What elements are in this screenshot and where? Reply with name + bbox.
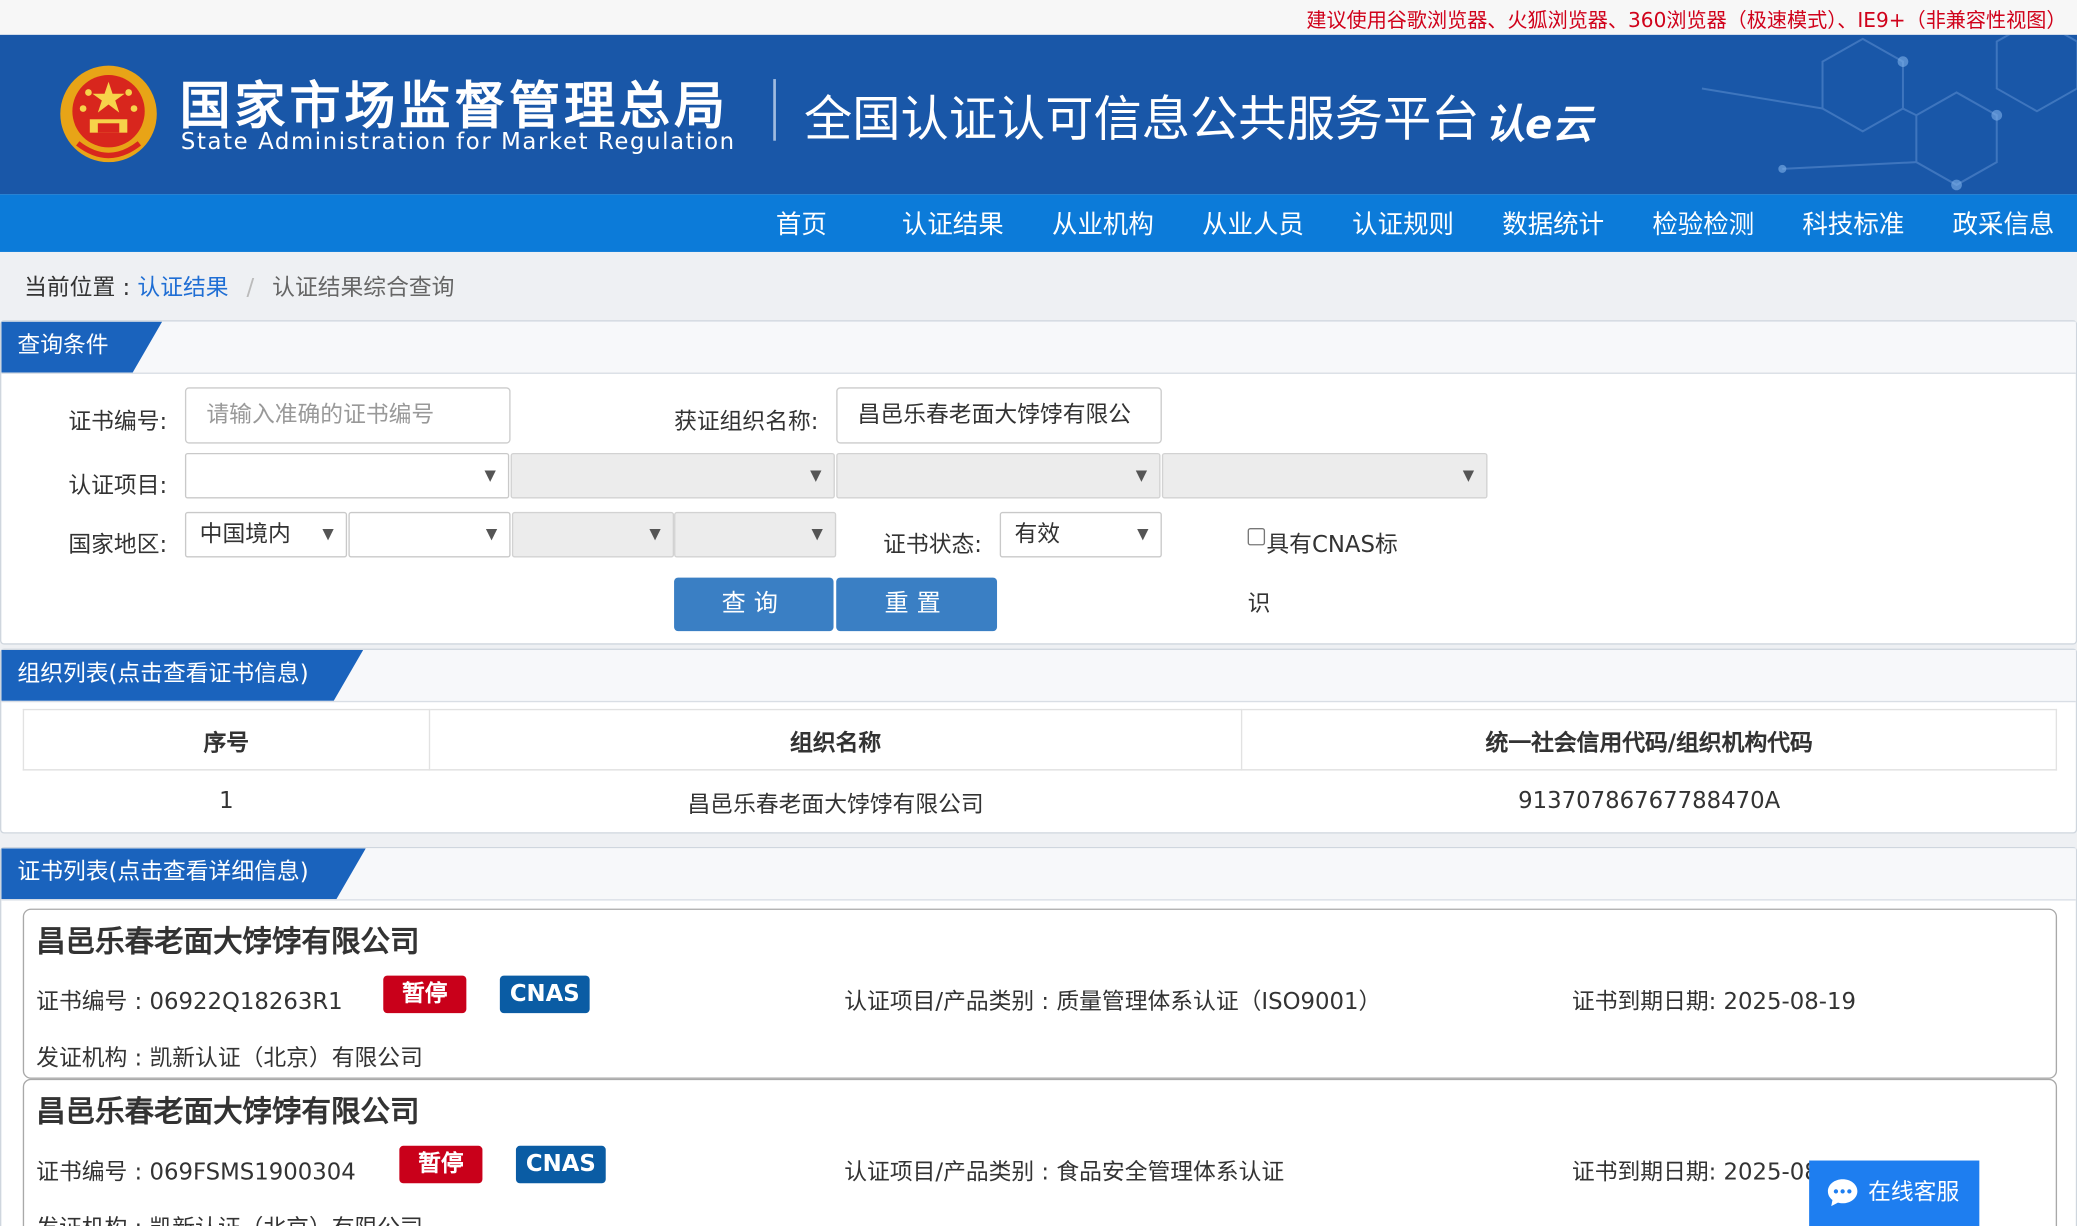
col-credit-code: 统一社会信用代码/组织机构代码: [1241, 708, 2058, 771]
cert-list-panel: 证书列表(点击查看详细信息) 昌邑乐春老面大饽饽有限公司 证书编号 : 0692…: [0, 846, 2077, 1226]
header-divider: [773, 79, 776, 141]
project-label: 认证项目:: [68, 473, 168, 500]
nav-statistics[interactable]: 数据统计: [1502, 205, 1604, 241]
project-select-1[interactable]: ▼: [184, 452, 510, 499]
query-tab: 查询条件: [1, 322, 162, 373]
status-value: 有效: [1014, 521, 1061, 549]
query-panel-header: 查询条件: [1, 321, 2076, 374]
org-list-header: 组织列表(点击查看证书信息): [1, 649, 2076, 703]
project-select-2[interactable]: ▼: [510, 452, 835, 499]
org-name-label: 获证组织名称:: [674, 408, 819, 436]
cnas-checkbox[interactable]: [1247, 527, 1266, 546]
cert-expiry: 证书到期日期: 2025-08-19: [1571, 988, 1856, 1016]
nav-personnel[interactable]: 从业人员: [1202, 205, 1304, 241]
reset-button[interactable]: 重置: [836, 577, 998, 632]
cnas-badge: CNAS: [515, 1145, 606, 1184]
browser-recommendation: 建议使用谷歌浏览器、火狐浏览器、360浏览器（极速模式）、IE9+（非兼容性视图…: [1306, 8, 2067, 33]
breadcrumb-link[interactable]: 认证结果: [137, 275, 228, 302]
chevron-down-icon: ▼: [1462, 466, 1475, 484]
nav-procurement[interactable]: 政采信息: [1953, 205, 2055, 241]
region-select-3[interactable]: ▼: [511, 511, 675, 558]
agency-name-cn: 国家市场监督管理总局: [179, 76, 730, 136]
chevron-down-icon: ▼: [649, 525, 661, 543]
cert-project: 认证项目/产品类别 : 质量管理体系认证（ISO9001）: [844, 988, 1382, 1016]
chevron-down-icon: ▼: [485, 525, 498, 543]
chevron-down-icon: ▼: [811, 525, 823, 543]
cert-number: 证书编号 : 069FSMS1900304: [36, 1159, 356, 1186]
cert-number: 证书编号 : 06922Q18263R1: [36, 988, 343, 1016]
cnas-checkbox-label-wrap: 识: [1247, 590, 1271, 618]
cert-list-header: 证书列表(点击查看详细信息): [1, 848, 2076, 901]
page: 建议使用谷歌浏览器、火狐浏览器、360浏览器（极速模式）、IE9+（非兼容性视图…: [0, 0, 2077, 1226]
nav-cert-rules[interactable]: 认证规则: [1352, 205, 1454, 241]
region-select-4[interactable]: ▼: [674, 511, 837, 558]
status-select[interactable]: 有效 ▼: [999, 511, 1162, 558]
search-button[interactable]: 查询: [674, 577, 834, 632]
org-table: 序号 组织名称 统一社会信用代码/组织机构代码 1 昌邑乐春老面大饽饽有限公司 …: [22, 708, 2058, 832]
online-service-label: 在线客服: [1868, 1179, 1960, 1207]
agency-name-en: State Administration for Market Regulati…: [180, 128, 736, 156]
cert-card[interactable]: 昌邑乐春老面大饽饽有限公司 证书编号 : 06922Q18263R1 暂停 CN…: [22, 908, 2058, 1079]
region-select-1[interactable]: 中国境内 ▼: [184, 511, 348, 558]
cert-no-label: 证书编号:: [68, 408, 168, 436]
status-label: 证书状态:: [883, 532, 982, 559]
cert-card[interactable]: 昌邑乐春老面大饽饽有限公司 证书编号 : 069FSMS1900304 暂停 C…: [22, 1078, 2058, 1226]
row-index: 1: [219, 787, 234, 815]
cnas-badge: CNAS: [499, 975, 590, 1014]
main-nav: 首页 认证结果 从业机构 从业人员 认证规则 数据统计 检验检测 科技标准 政采…: [0, 194, 2077, 252]
chevron-down-icon: ▼: [810, 466, 822, 484]
chevron-down-icon: ▼: [1135, 466, 1148, 484]
chevron-down-icon: ▼: [1137, 525, 1149, 543]
region-select-2[interactable]: ▼: [348, 511, 511, 558]
query-panel: 查询条件 证书编号: 请输入准确的证书编号 获证组织名称: 昌邑乐春老面大饽饽有…: [0, 320, 2077, 645]
org-name-input[interactable]: 昌邑乐春老面大饽饽有限公: [836, 387, 1162, 444]
national-emblem-icon: [60, 65, 157, 163]
region-label: 国家地区:: [68, 532, 168, 559]
nav-inspection[interactable]: 检验检测: [1652, 205, 1754, 241]
cert-project: 认证项目/产品类别 : 食品安全管理体系认证: [844, 1159, 1285, 1186]
cert-no-input[interactable]: 请输入准确的证书编号: [184, 387, 511, 444]
online-service-button[interactable]: 在线客服: [1809, 1160, 1980, 1226]
top-notice-bar: 建议使用谷歌浏览器、火狐浏览器、360浏览器（极速模式）、IE9+（非兼容性视图…: [0, 0, 2077, 35]
org-table-header: 序号 组织名称 统一社会信用代码/组织机构代码: [22, 708, 2058, 771]
cert-issuer: 发证机构 : 凯新认证（北京）有限公司: [36, 1045, 423, 1073]
project-select-3[interactable]: ▼: [836, 452, 1161, 499]
col-org-name: 组织名称: [428, 708, 1243, 771]
col-index: 序号: [22, 708, 430, 771]
chevron-down-icon: ▼: [322, 525, 334, 543]
status-badge: 暂停: [399, 1145, 483, 1184]
cert-org-name: 昌邑乐春老面大饽饽有限公司: [36, 926, 420, 960]
status-badge: 暂停: [383, 975, 467, 1014]
platform-title: 全国认证认可信息公共服务平台: [804, 92, 1480, 148]
cnas-checkbox-label: 具有CNAS标: [1266, 532, 1398, 559]
nav-home[interactable]: 首页: [776, 205, 827, 241]
row-org-name: 昌邑乐春老面大饽饽有限公司: [687, 791, 984, 819]
cert-org-name: 昌邑乐春老面大饽饽有限公司: [36, 1096, 420, 1130]
breadcrumb: 当前位置 : 认证结果 / 认证结果综合查询: [24, 268, 454, 302]
cert-list-tab: 证书列表(点击查看详细信息): [1, 848, 366, 899]
chevron-down-icon: ▼: [484, 466, 496, 484]
org-list-tab: 组织列表(点击查看证书信息): [1, 650, 363, 701]
nav-institutions[interactable]: 从业机构: [1052, 205, 1154, 241]
chat-bubble-icon: [1827, 1179, 1858, 1207]
nav-cert-results[interactable]: 认证结果: [902, 205, 1004, 241]
row-credit-code: 91370786767788470A: [1518, 787, 1781, 815]
table-row[interactable]: 1 昌邑乐春老面大饽饽有限公司 91370786767788470A: [23, 770, 2056, 832]
cert-issuer: 发证机构 : 凯新认证（北京）有限公司: [36, 1209, 423, 1226]
org-list-panel: 组织列表(点击查看证书信息) 序号 组织名称 统一社会信用代码/组织机构代码 1…: [0, 648, 2077, 834]
project-select-4[interactable]: ▼: [1161, 452, 1488, 499]
region-value: 中国境内: [199, 521, 291, 549]
breadcrumb-current: 认证结果综合查询: [272, 274, 455, 302]
nav-standards[interactable]: 科技标准: [1802, 205, 1904, 241]
header-banner: 国家市场监督管理总局 State Administration for Mark…: [0, 34, 2077, 195]
breadcrumb-prefix: 当前位置 :: [24, 274, 131, 302]
breadcrumb-separator: /: [246, 274, 255, 302]
cloud-logo: 认e云: [1484, 101, 1593, 149]
